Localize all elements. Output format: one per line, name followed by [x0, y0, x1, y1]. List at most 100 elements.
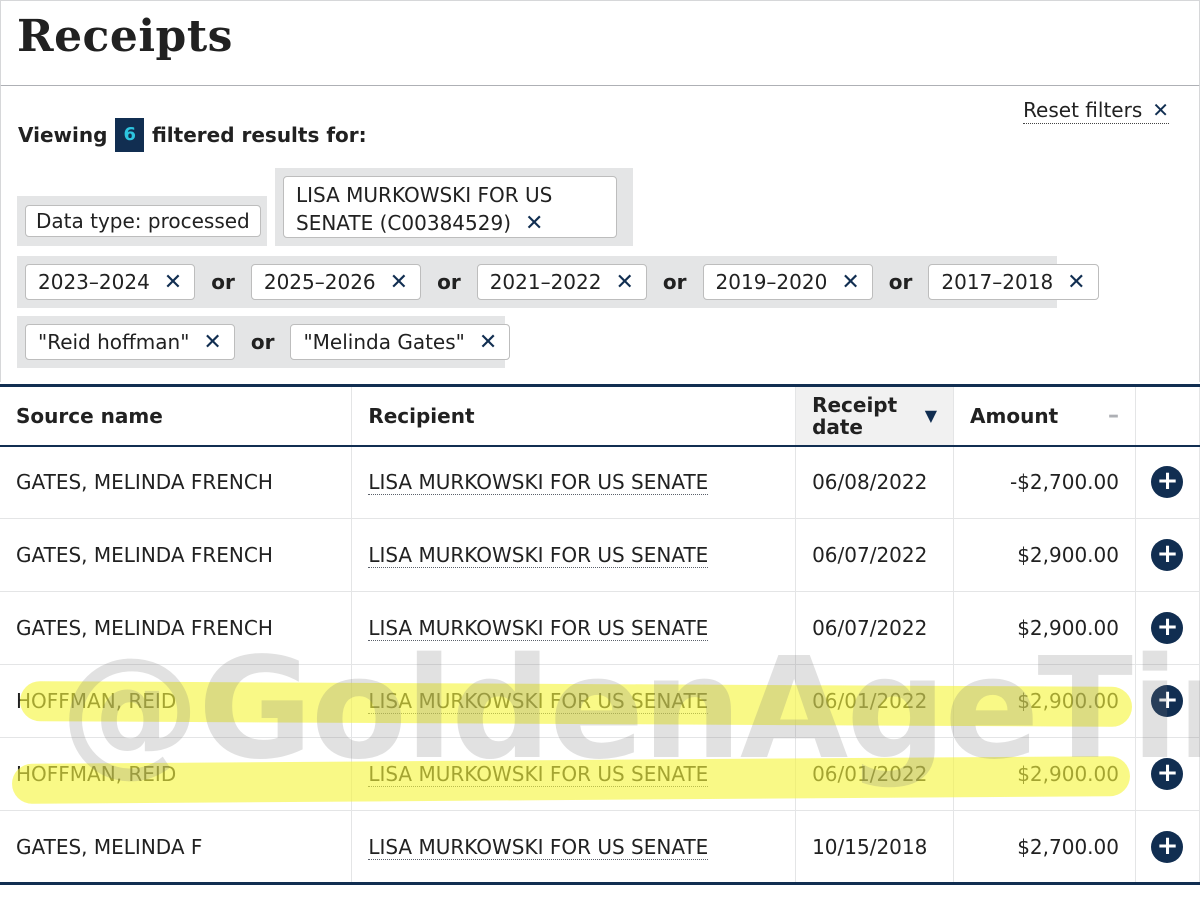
close-icon[interactable]: ✕: [841, 270, 859, 295]
column-header-label: Amount: [970, 403, 1059, 428]
receipt-date-cell: 06/07/2022: [795, 591, 955, 665]
receipt-date-cell: 06/01/2022: [795, 737, 955, 811]
recipient-cell: LISA MURKOWSKI FOR US SENATE: [351, 518, 797, 592]
filter-group-committee: LISA MURKOWSKI FOR US SENATE (C00384529)…: [275, 168, 633, 246]
table-row: GATES, MELINDA FRENCH LISA MURKOWSKI FOR…: [0, 518, 1200, 592]
recipient-link[interactable]: LISA MURKOWSKI FOR US SENATE: [368, 470, 709, 496]
filter-tag-cycle[interactable]: 2025–2026 ✕: [250, 264, 422, 300]
amount-cell: $2,900.00: [953, 518, 1136, 592]
filter-tag-label: "Reid hoffman": [38, 330, 190, 354]
column-header-actions: [1135, 385, 1200, 447]
table-row: GATES, MELINDA FRENCH LISA MURKOWSKI FOR…: [0, 591, 1200, 665]
column-header-date[interactable]: Receipt date ▼: [795, 385, 955, 447]
close-icon[interactable]: ✕: [390, 270, 408, 295]
action-cell: +: [1135, 664, 1200, 738]
recipient-cell: LISA MURKOWSKI FOR US SENATE: [351, 810, 797, 884]
reset-filters-button[interactable]: Reset filters ✕: [1023, 98, 1169, 124]
or-separator: or: [888, 270, 913, 294]
receipt-date-cell: 10/15/2018: [795, 810, 955, 884]
column-header-label: Recipient: [368, 403, 475, 428]
source-name-cell: GATES, MELINDA FRENCH: [0, 591, 353, 665]
column-header-recipient[interactable]: Recipient: [351, 385, 797, 447]
close-icon[interactable]: ✕: [1067, 270, 1085, 295]
amount-cell: -$2,700.00: [953, 445, 1136, 519]
close-icon[interactable]: ✕: [203, 330, 221, 355]
filter-tag-cycle[interactable]: 2023–2024 ✕: [25, 264, 196, 300]
receipts-table: Source name Recipient Receipt date ▼ Amou…: [0, 384, 1200, 885]
column-header-source[interactable]: Source name: [0, 385, 353, 447]
recipient-link[interactable]: LISA MURKOWSKI FOR US SENATE: [368, 616, 709, 641]
filter-tag-name[interactable]: "Reid hoffman" ✕: [25, 324, 235, 360]
receipt-date-cell: 06/01/2022: [795, 664, 955, 738]
recipient-cell: LISA MURKOWSKI FOR US SENATE: [351, 445, 797, 519]
results-summary: Viewing 6 filtered results for:: [18, 118, 367, 152]
recipient-link[interactable]: LISA MURKOWSKI FOR US SENATE: [368, 543, 709, 568]
action-cell: +: [1135, 591, 1200, 665]
filter-group-data-type: Data type: processed: [17, 196, 267, 246]
filter-tag-label: LISA MURKOWSKI FOR US SENATE (C00384529): [296, 183, 553, 235]
table-row: GATES, MELINDA FRENCH LISA MURKOWSKI FOR…: [0, 445, 1200, 519]
filter-panel: Viewing 6 filtered results for: Reset fi…: [0, 86, 1200, 382]
plus-circle-icon[interactable]: +: [1151, 758, 1184, 790]
result-count-badge: 6: [115, 118, 144, 152]
filter-tag-data-type[interactable]: Data type: processed: [25, 205, 261, 237]
column-header-label: Source name: [16, 403, 163, 428]
action-cell: +: [1135, 737, 1200, 811]
recipient-link[interactable]: LISA MURKOWSKI FOR US SENATE: [368, 762, 709, 787]
table-row: GATES, MELINDA F LISA MURKOWSKI FOR US S…: [0, 810, 1200, 884]
plus-circle-icon[interactable]: +: [1151, 612, 1184, 644]
column-header-amount[interactable]: Amount –: [953, 385, 1136, 447]
filter-tag-cycle[interactable]: 2019–2020 ✕: [702, 264, 873, 300]
filter-group-cycles: 2023–2024 ✕ or 2025–2026 ✕ or 2021–2022 ✕ o…: [17, 256, 1099, 308]
close-icon[interactable]: ✕: [525, 211, 543, 236]
sort-neutral-icon: –: [1107, 403, 1119, 429]
action-cell: +: [1135, 518, 1200, 592]
plus-circle-icon[interactable]: +: [1151, 466, 1184, 499]
table-row: HOFFMAN, REID LISA MURKOWSKI FOR US SENA…: [0, 737, 1200, 811]
close-icon[interactable]: ✕: [479, 330, 497, 355]
source-name-cell: GATES, MELINDA FRENCH: [0, 518, 353, 592]
source-name-cell: GATES, MELINDA FRENCH: [0, 445, 353, 519]
or-separator: or: [437, 270, 461, 294]
page-header: Receipts: [0, 0, 1200, 87]
action-cell: +: [1135, 445, 1200, 519]
filter-tag-cycle[interactable]: 2021–2022 ✕: [476, 264, 647, 300]
plus-circle-icon[interactable]: +: [1151, 685, 1184, 717]
receipt-date-cell: 06/08/2022: [795, 445, 955, 519]
filter-tag-label: 2025–2026: [263, 270, 376, 294]
receipt-date-cell: 06/07/2022: [795, 518, 955, 592]
plus-circle-icon[interactable]: +: [1151, 539, 1184, 571]
source-name-cell: HOFFMAN, REID: [0, 664, 353, 738]
filter-tag-cycle[interactable]: 2017–2018 ✕: [928, 264, 1099, 300]
close-icon[interactable]: ✕: [164, 270, 182, 295]
recipient-cell: LISA MURKOWSKI FOR US SENATE: [351, 591, 797, 665]
source-name-cell: GATES, MELINDA F: [0, 810, 353, 884]
filter-tag-label: 2017–2018: [941, 270, 1054, 294]
action-cell: +: [1135, 810, 1200, 884]
table-row: HOFFMAN, REID LISA MURKOWSKI FOR US SENA…: [0, 664, 1200, 738]
or-separator: or: [662, 270, 687, 294]
page-title: Receipts: [17, 11, 233, 62]
filter-tag-committee[interactable]: LISA MURKOWSKI FOR US SENATE (C00384529)…: [283, 176, 617, 238]
source-name-cell: HOFFMAN, REID: [0, 737, 353, 811]
close-icon[interactable]: ✕: [615, 270, 633, 295]
filter-tag-label: 2019–2020: [715, 270, 828, 294]
or-separator: or: [211, 270, 235, 294]
recipient-link[interactable]: LISA MURKOWSKI FOR US SENATE: [368, 689, 709, 714]
amount-cell: $2,900.00: [953, 591, 1136, 665]
filter-group-names: "Reid hoffman" ✕ or "Melinda Gates" ✕: [17, 316, 511, 368]
close-icon: ✕: [1152, 98, 1169, 122]
filter-tag-label: "Melinda Gates": [303, 330, 465, 354]
viewing-suffix: filtered results for:: [151, 123, 367, 147]
recipient-link[interactable]: LISA MURKOWSKI FOR US SENATE: [368, 834, 709, 860]
filter-tag-label: 2023–2024: [38, 270, 150, 294]
plus-circle-icon[interactable]: +: [1151, 830, 1184, 863]
or-separator: or: [250, 330, 275, 354]
filter-tag-name[interactable]: "Melinda Gates" ✕: [290, 324, 511, 360]
filter-tag-label: Data type: processed: [36, 209, 250, 233]
table-header-row: Source name Recipient Receipt date ▼ Amou…: [0, 385, 1200, 447]
filter-tag-label: 2021–2022: [489, 270, 602, 294]
amount-cell: $2,700.00: [953, 810, 1136, 884]
reset-filters-label: Reset filters: [1023, 98, 1143, 122]
recipient-cell: LISA MURKOWSKI FOR US SENATE: [351, 737, 797, 811]
